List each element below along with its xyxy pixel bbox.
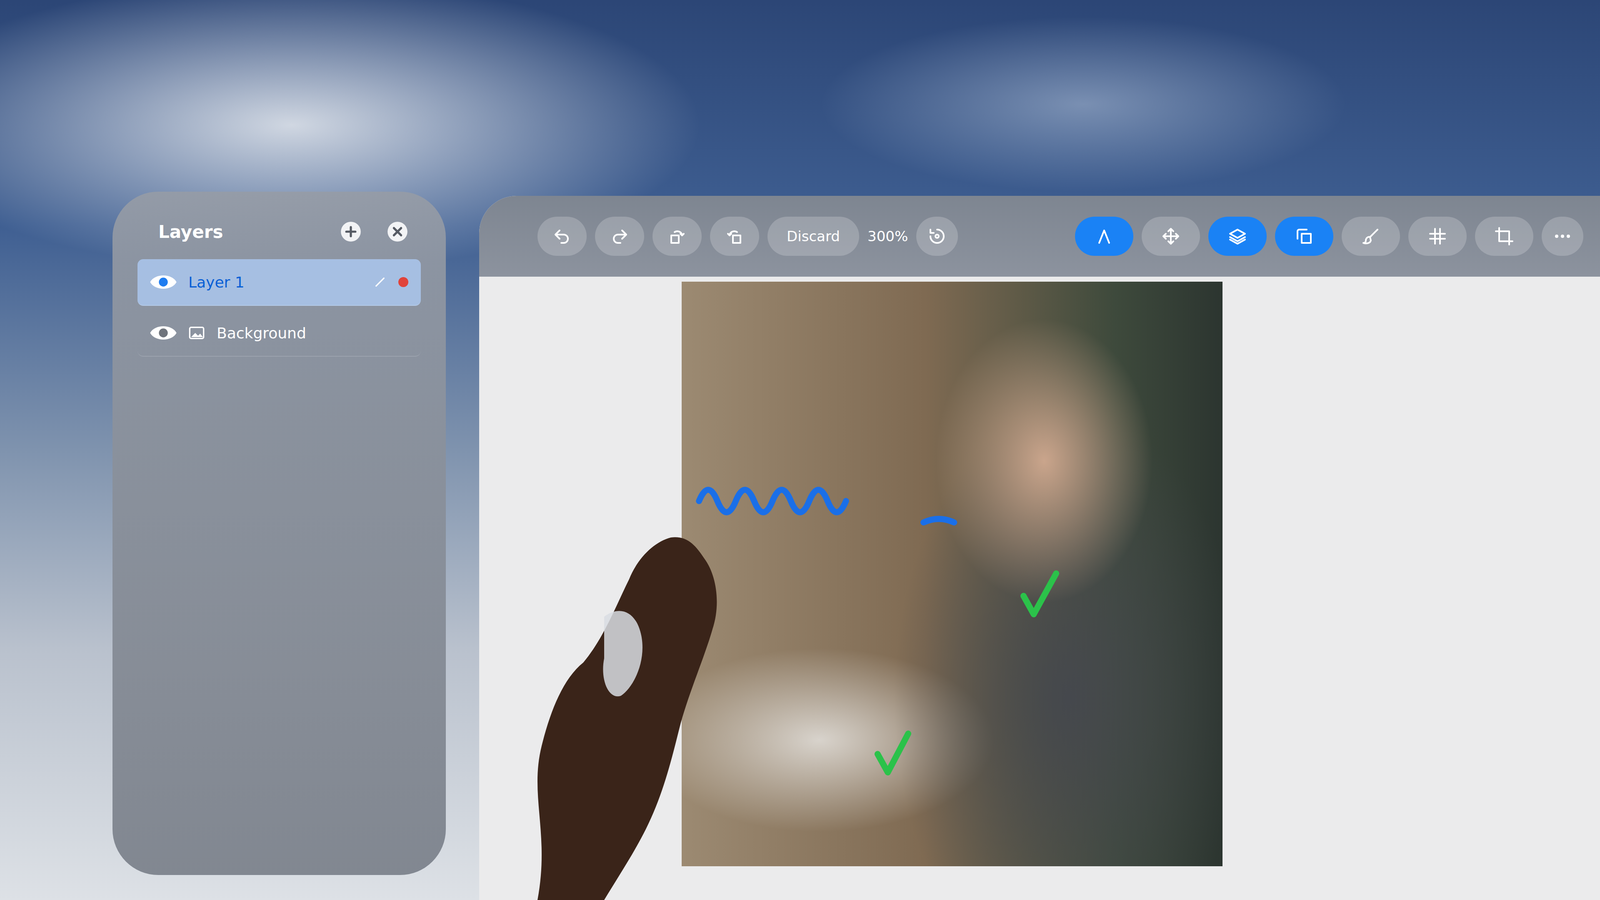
layers-actions: [340, 220, 409, 243]
layer-list: Layer 1 Background: [137, 259, 421, 357]
eye-icon[interactable]: [150, 272, 177, 292]
crop-icon: [1494, 226, 1515, 247]
shapes-icon: [1294, 226, 1315, 247]
layer-name: Layer 1: [188, 273, 245, 291]
move-icon: [1160, 226, 1181, 247]
pen-icon: [1094, 226, 1115, 247]
brush-icon: [1360, 226, 1381, 247]
brush-tool-button[interactable]: [1341, 216, 1400, 256]
more-button[interactable]: [1541, 216, 1584, 256]
vision-scene: Layers Layer 1 Background Discard 300%: [0, 0, 1600, 900]
layers-icon: [1227, 226, 1248, 247]
layers-panel: Layers Layer 1 Background: [112, 191, 446, 875]
move-tool-button[interactable]: [1141, 216, 1200, 256]
layers-tool-button[interactable]: [1208, 216, 1267, 256]
layer-name: Background: [216, 324, 307, 342]
reset-zoom-button[interactable]: [916, 216, 958, 256]
layers-header: Layers: [137, 212, 421, 260]
eye-icon[interactable]: [150, 323, 177, 343]
redo-icon: [609, 226, 630, 247]
undo-button[interactable]: [537, 216, 587, 256]
status-dot: [398, 277, 409, 288]
grid-tool-button[interactable]: [1408, 216, 1467, 256]
image-icon: [188, 325, 205, 340]
crop-tool-button[interactable]: [1475, 216, 1534, 256]
add-layer-icon[interactable]: [340, 220, 362, 243]
reset-zoom-icon: [927, 226, 948, 247]
layer-row[interactable]: Layer 1: [137, 259, 421, 306]
drawing-layer[interactable]: [681, 281, 1223, 867]
rotate-left-icon: [667, 226, 688, 247]
hand: [479, 479, 755, 900]
toolbar: Discard 300%: [479, 195, 1600, 277]
ellipsis-icon: [1552, 226, 1573, 247]
rotate-right-icon: [724, 226, 745, 247]
rotate-right-button[interactable]: [710, 216, 760, 256]
layer-row[interactable]: Background: [137, 310, 421, 357]
layers-title: Layers: [158, 221, 223, 243]
pencil-icon[interactable]: [373, 275, 387, 289]
discard-button[interactable]: Discard: [767, 216, 860, 256]
photo: [681, 281, 1223, 867]
zoom-level: 300%: [867, 227, 908, 245]
close-icon[interactable]: [386, 220, 409, 243]
grid-icon: [1427, 226, 1448, 247]
rotate-left-button[interactable]: [652, 216, 702, 256]
shapes-tool-button[interactable]: [1275, 216, 1334, 256]
redo-button[interactable]: [595, 216, 645, 256]
pen-tool-button[interactable]: [1075, 216, 1134, 256]
undo-icon: [552, 226, 573, 247]
